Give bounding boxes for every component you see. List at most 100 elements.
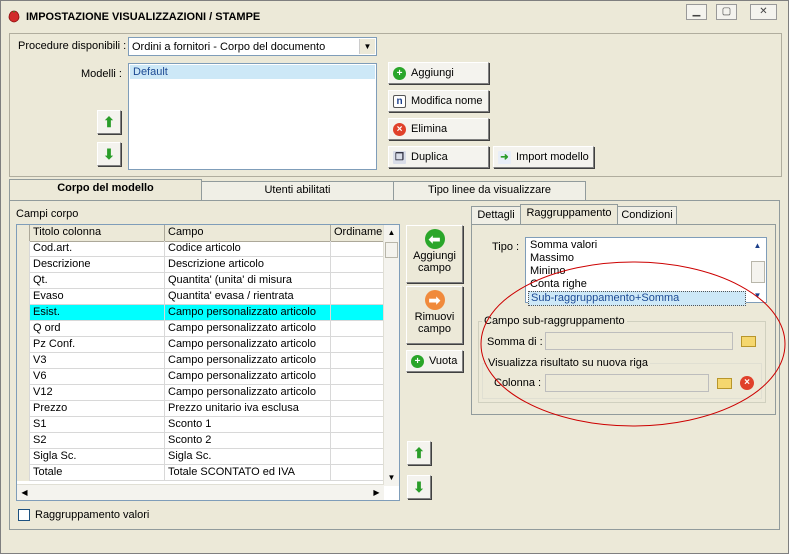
- row-selector[interactable]: [17, 433, 30, 449]
- move-down-field-button[interactable]: ⬇: [407, 475, 431, 499]
- row-selector[interactable]: [17, 449, 30, 465]
- import-model-button[interactable]: ➜ Import modello: [493, 146, 594, 168]
- cell-campo[interactable]: Codice articolo: [165, 241, 331, 257]
- cell-ord[interactable]: [331, 369, 384, 385]
- list-item[interactable]: Default: [130, 65, 375, 79]
- table-row[interactable]: V12 Campo personalizzato articolo: [17, 385, 384, 401]
- column-header-ordinamento[interactable]: Ordinamen: [331, 225, 385, 241]
- scroll-thumb[interactable]: [385, 242, 398, 258]
- minimize-button[interactable]: ▁: [686, 4, 707, 20]
- add-model-button[interactable]: + Aggiungi: [388, 62, 489, 84]
- row-selector[interactable]: [17, 241, 30, 257]
- cell-ord[interactable]: [331, 337, 384, 353]
- add-field-button[interactable]: ⬅ Aggiungi campo: [406, 225, 463, 283]
- cell-campo[interactable]: Quantita' (unita' di misura: [165, 273, 331, 289]
- cell-campo[interactable]: Totale SCONTATO ed IVA: [165, 465, 331, 481]
- remove-field-button[interactable]: ➡ Rimuovi campo: [406, 286, 463, 344]
- tab-corpo-modello[interactable]: Corpo del modello: [9, 179, 202, 201]
- cell-campo[interactable]: Campo personalizzato articolo: [165, 353, 331, 369]
- cell-ord[interactable]: [331, 385, 384, 401]
- cell-campo[interactable]: Descrizione articolo: [165, 257, 331, 273]
- cell-titolo[interactable]: Cod.art.: [30, 241, 165, 257]
- close-button[interactable]: ✕: [750, 4, 777, 20]
- row-selector[interactable]: [17, 417, 30, 433]
- cell-titolo[interactable]: Evaso: [30, 289, 165, 305]
- grid-horizontal-scrollbar[interactable]: ◀ ▶: [17, 484, 384, 500]
- cell-titolo[interactable]: Qt.: [30, 273, 165, 289]
- cell-campo[interactable]: Campo personalizzato articolo: [165, 321, 331, 337]
- table-row[interactable]: Sigla Sc. Sigla Sc.: [17, 449, 384, 465]
- maximize-button[interactable]: ▢: [716, 4, 737, 20]
- table-row[interactable]: S2 Sconto 2: [17, 433, 384, 449]
- cell-titolo[interactable]: Q ord: [30, 321, 165, 337]
- move-up-field-button[interactable]: ⬆: [407, 441, 431, 465]
- rename-model-button[interactable]: n Modifica nome: [388, 90, 489, 112]
- row-selector[interactable]: [17, 385, 30, 401]
- cell-ord[interactable]: [331, 465, 384, 481]
- table-row[interactable]: S1 Sconto 1: [17, 417, 384, 433]
- cell-titolo[interactable]: Totale: [30, 465, 165, 481]
- cell-titolo[interactable]: S2: [30, 433, 165, 449]
- list-item[interactable]: Somma valori: [530, 239, 746, 252]
- table-row[interactable]: Pz Conf. Campo personalizzato articolo: [17, 337, 384, 353]
- cell-campo[interactable]: Campo personalizzato articolo: [165, 369, 331, 385]
- table-row-selected[interactable]: Esist. Campo personalizzato articolo: [17, 305, 384, 321]
- scroll-up-icon[interactable]: ▲: [750, 238, 765, 253]
- procedure-select[interactable]: Ordini a fornitori - Corpo del documento…: [128, 37, 377, 56]
- row-selector[interactable]: [17, 257, 30, 273]
- modelli-list[interactable]: Default: [128, 63, 377, 170]
- cell-ord[interactable]: [331, 241, 384, 257]
- cell-ord[interactable]: [331, 353, 384, 369]
- chevron-down-icon[interactable]: ▼: [359, 39, 375, 54]
- subtab-dettagli[interactable]: Dettagli: [471, 206, 521, 225]
- cell-campo[interactable]: Campo personalizzato articolo: [165, 305, 331, 321]
- scroll-left-icon[interactable]: ◀: [17, 485, 32, 500]
- cell-titolo[interactable]: Sigla Sc.: [30, 449, 165, 465]
- cell-ord[interactable]: [331, 433, 384, 449]
- row-selector[interactable]: [17, 401, 30, 417]
- cell-campo[interactable]: Sigla Sc.: [165, 449, 331, 465]
- cell-campo[interactable]: Campo personalizzato articolo: [165, 385, 331, 401]
- table-row[interactable]: Evaso Quantita' evasa / rientrata: [17, 289, 384, 305]
- cell-ord[interactable]: [331, 401, 384, 417]
- cell-campo[interactable]: Sconto 2: [165, 433, 331, 449]
- column-header-campo[interactable]: Campo: [165, 225, 331, 241]
- cell-titolo[interactable]: V6: [30, 369, 165, 385]
- row-selector[interactable]: [17, 369, 30, 385]
- subtab-raggruppamento[interactable]: Raggruppamento: [520, 204, 618, 225]
- cell-titolo[interactable]: V12: [30, 385, 165, 401]
- table-row[interactable]: Prezzo Prezzo unitario iva esclusa: [17, 401, 384, 417]
- cell-titolo[interactable]: V3: [30, 353, 165, 369]
- fields-grid[interactable]: Titolo colonna Campo Ordinamen Cod.art. C…: [16, 224, 400, 501]
- cell-ord[interactable]: [331, 321, 384, 337]
- cell-ord[interactable]: [331, 257, 384, 273]
- row-selector[interactable]: [17, 289, 30, 305]
- cell-ord[interactable]: [331, 273, 384, 289]
- table-row[interactable]: Q ord Campo personalizzato articolo: [17, 321, 384, 337]
- row-selector[interactable]: [17, 273, 30, 289]
- cell-titolo[interactable]: Descrizione: [30, 257, 165, 273]
- cell-titolo[interactable]: Prezzo: [30, 401, 165, 417]
- scroll-up-icon[interactable]: ▲: [384, 225, 399, 240]
- cell-titolo[interactable]: S1: [30, 417, 165, 433]
- move-up-model-button[interactable]: ⬆: [97, 110, 121, 134]
- tab-tipo-linee[interactable]: Tipo linee da visualizzare: [393, 181, 586, 200]
- table-row[interactable]: Totale Totale SCONTATO ed IVA: [17, 465, 384, 481]
- tab-utenti-abilitati[interactable]: Utenti abilitati: [201, 181, 394, 200]
- empty-fields-button[interactable]: + Vuota: [406, 350, 463, 372]
- cell-campo[interactable]: Prezzo unitario iva esclusa: [165, 401, 331, 417]
- duplicate-model-button[interactable]: ❐ Duplica: [388, 146, 489, 168]
- delete-model-button[interactable]: × Elimina: [388, 118, 489, 140]
- table-row[interactable]: Qt. Quantita' (unita' di misura: [17, 273, 384, 289]
- table-row[interactable]: Cod.art. Codice articolo: [17, 241, 384, 257]
- cell-campo[interactable]: Sconto 1: [165, 417, 331, 433]
- table-row[interactable]: Descrizione Descrizione articolo: [17, 257, 384, 273]
- grid-vertical-scrollbar[interactable]: ▲ ▼: [383, 225, 399, 486]
- cell-ord[interactable]: [331, 449, 384, 465]
- column-header-titolo[interactable]: Titolo colonna: [30, 225, 165, 241]
- subtab-condizioni[interactable]: Condizioni: [617, 206, 677, 225]
- cell-titolo[interactable]: Esist.: [30, 305, 165, 321]
- move-down-model-button[interactable]: ⬇: [97, 142, 121, 166]
- scroll-right-icon[interactable]: ▶: [369, 485, 384, 500]
- row-selector[interactable]: [17, 321, 30, 337]
